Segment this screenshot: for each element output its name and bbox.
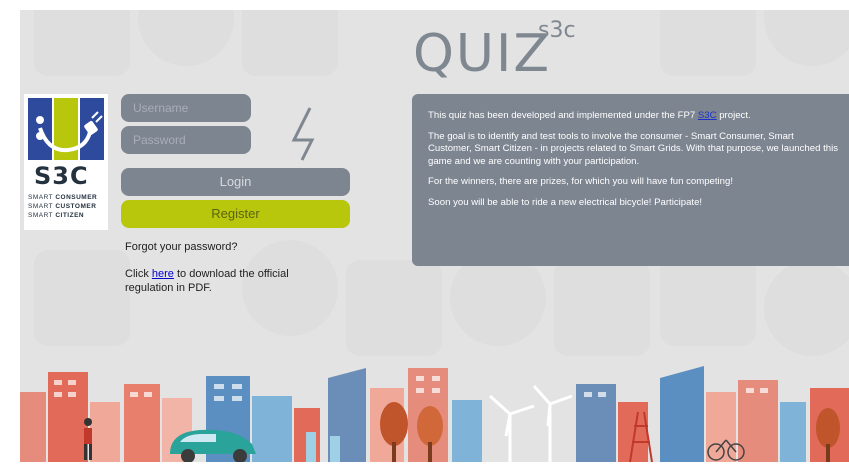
register-button[interactable]: Register xyxy=(121,200,350,228)
login-button[interactable]: Login xyxy=(121,168,350,196)
background-tile xyxy=(764,260,849,356)
background-tile xyxy=(242,10,338,76)
background-tile xyxy=(554,260,650,356)
plug-logo-icon xyxy=(28,98,104,160)
background-tile xyxy=(346,260,442,356)
s3c-project-link[interactable]: S3C xyxy=(698,110,717,121)
quiz-superscript: s3c xyxy=(538,18,576,43)
quiz-page: QUIZ s3c S3C SMART CONSUMER SMART CUSTOM… xyxy=(20,10,849,462)
username-input[interactable] xyxy=(121,94,251,122)
background-tile xyxy=(34,10,130,76)
background-tile xyxy=(34,250,130,346)
info-paragraph-project: This quiz has been developed and impleme… xyxy=(428,110,751,121)
background-tile xyxy=(764,10,849,66)
logo-tagline: SMART CONSUMER SMART CUSTOMER SMART CITI… xyxy=(28,194,98,219)
s3c-logo: S3C SMART CONSUMER SMART CUSTOMER SMART … xyxy=(24,94,108,230)
forgot-password-link[interactable]: Forgot your password? xyxy=(125,241,238,253)
logo-name: S3C xyxy=(34,162,89,190)
info-paragraph-prizes: For the winners, there are prizes, for w… xyxy=(428,176,734,187)
background-tile xyxy=(660,10,756,76)
background-tile xyxy=(138,10,234,66)
regulation-text: Click here to download the official regu… xyxy=(125,268,289,294)
info-panel: This quiz has been developed and impleme… xyxy=(412,94,849,266)
city-skyline-illustration xyxy=(20,366,849,462)
password-input[interactable] xyxy=(121,126,251,154)
lightning-bolt-icon xyxy=(291,107,315,161)
info-paragraph-bicycle: Soon you will be able to ride a new elec… xyxy=(428,196,703,208)
regulation-download-link[interactable]: here xyxy=(152,268,174,280)
info-paragraph-goal: The goal is to identify and test tools t… xyxy=(428,130,839,167)
quiz-title: QUIZ xyxy=(413,24,551,84)
